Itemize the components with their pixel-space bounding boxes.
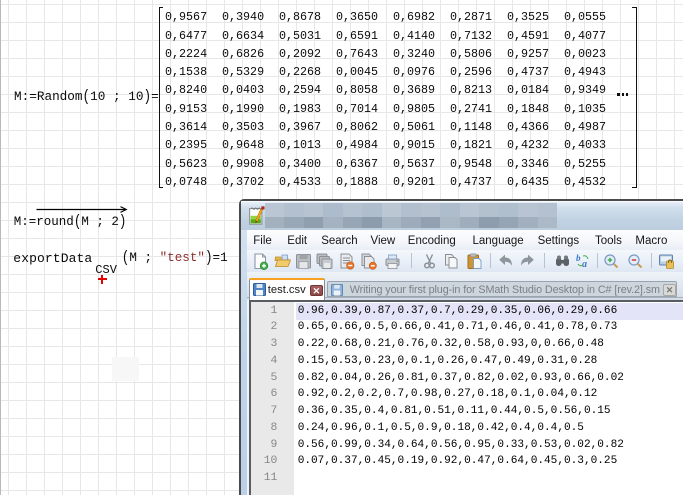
svg-text:a: a: [582, 259, 587, 270]
svg-text:b: b: [576, 253, 581, 263]
